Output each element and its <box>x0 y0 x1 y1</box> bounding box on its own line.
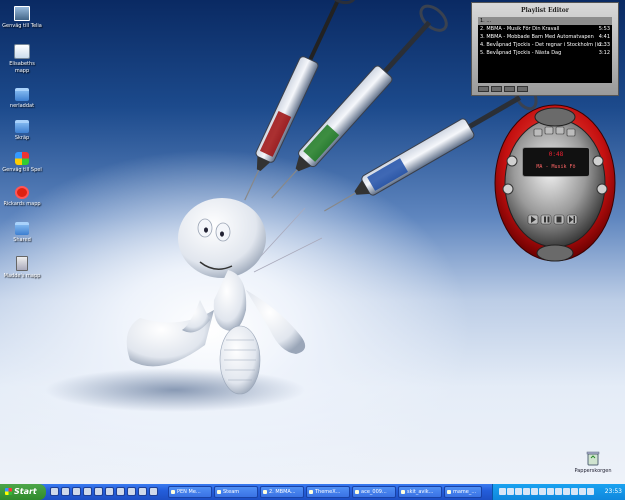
playlist-row[interactable]: 4. Bevåpnad Tjockis - Det regnar i Stock… <box>478 41 612 49</box>
folder-icon <box>15 120 29 133</box>
quicklaunch-icon[interactable] <box>127 487 136 496</box>
desktop-icon-spel[interactable]: Genväg till Spel <box>0 152 44 173</box>
desktop-icon-telia[interactable]: Genväg till Telia <box>0 6 44 29</box>
player-display: 0:48 MA - Musik Fö <box>522 147 590 177</box>
tray-icon[interactable] <box>499 488 506 495</box>
games-shortcut-icon <box>15 152 29 165</box>
folder-icon <box>15 222 29 235</box>
quicklaunch-icon[interactable] <box>149 487 158 496</box>
playlist-row-text: 1. ... <box>480 18 492 24</box>
quicklaunch-icon[interactable] <box>50 487 59 496</box>
tray-icon[interactable] <box>523 488 530 495</box>
tray-icon[interactable] <box>507 488 514 495</box>
taskbar: Start PEN Me... Steam 2. MBMA... ThemeX.… <box>0 484 625 500</box>
tray-icon[interactable] <box>531 488 538 495</box>
desktop-icon-madde[interactable]: Madde's mapp <box>0 256 44 279</box>
player-track-title: MA - Musik Fö <box>536 164 576 170</box>
media-player[interactable]: 0:48 MA - Musik Fö <box>494 103 616 263</box>
computer-shortcut-icon <box>14 6 30 21</box>
quicklaunch-icon[interactable] <box>83 487 92 496</box>
playlist-row-time: 2:33 <box>598 42 610 48</box>
playlist-add-button[interactable] <box>478 86 489 92</box>
playlist-misc-button[interactable] <box>517 86 528 92</box>
desktop-icon-label: Rickards mapp <box>3 201 41 207</box>
playlist-row[interactable]: 1. ... <box>478 17 612 25</box>
desktop-icon-label: Madde's mapp <box>3 273 41 279</box>
playlist-editor-window[interactable]: Playlist Editor 1. ... 2. MBMA - Musik F… <box>471 2 619 96</box>
playlist-select-button[interactable] <box>504 86 515 92</box>
desktop-icon-nerladdat[interactable]: nerladdat <box>0 88 44 109</box>
playlist-row[interactable]: 5. Bevåpnad Tjockis - Nästa Dag 3:12 <box>478 49 612 57</box>
taskbar-button[interactable]: Steam <box>214 486 258 498</box>
playlist-row-time: 5:53 <box>598 26 610 32</box>
desktop-icon-rickard[interactable]: Rickards mapp <box>0 186 44 207</box>
playlist-row[interactable]: 2. MBMA - Musik För Din Kravall 5:53 <box>478 25 612 33</box>
desktop-icon-label: Elisabeths mapp <box>9 61 35 74</box>
quicklaunch-icon[interactable] <box>61 487 70 496</box>
taskbar-button[interactable]: skit_avik... <box>398 486 442 498</box>
tray-icon[interactable] <box>587 488 594 495</box>
desktop-icon-label: Papperskorgen <box>574 468 612 474</box>
playlist-remove-button[interactable] <box>491 86 502 92</box>
windows-logo-icon <box>5 488 12 495</box>
tray-icon[interactable] <box>539 488 546 495</box>
quicklaunch-icon[interactable] <box>116 487 125 496</box>
taskbar-button[interactable]: ThemeX... <box>306 486 350 498</box>
quicklaunch-icon[interactable] <box>72 487 81 496</box>
tray-icon[interactable] <box>515 488 522 495</box>
desktop-icon-label: nerladdat <box>9 103 35 109</box>
quicklaunch-icon[interactable] <box>138 487 147 496</box>
desktop-icon-skrap[interactable]: Skräp <box>0 120 44 141</box>
desktop: Genväg till Telia Elisabeths mapp nerlad… <box>0 0 625 484</box>
quick-launch <box>50 487 160 498</box>
taskbar-clock[interactable]: 23:53 <box>605 484 622 500</box>
playlist-row[interactable]: 3. MBMA - Mobbade Barn Med Automatvapen … <box>478 33 612 41</box>
home-folder-icon <box>14 44 30 59</box>
taskbar-button[interactable]: ace_009... <box>352 486 396 498</box>
desktop-icon-label: Genväg till Telia <box>2 23 42 29</box>
start-button[interactable]: Start <box>0 484 46 500</box>
recycle-bin-icon <box>586 451 600 466</box>
playlist-buttons <box>478 86 530 93</box>
system-tray: 23:53 <box>492 484 625 500</box>
playlist-row-text: 4. Bevåpnad Tjockis - Det regnar i Stock… <box>480 42 606 48</box>
taskbar-button[interactable]: PEN Me... <box>168 486 212 498</box>
playlist-row-time: 3:12 <box>598 50 610 56</box>
taskbar-button[interactable]: mame_... <box>444 486 482 498</box>
taskbar-button[interactable]: 2. MBMA... <box>260 486 304 498</box>
playlist-row-text: 3. MBMA - Mobbade Barn Med Automatvapen <box>480 34 594 40</box>
player-skin <box>494 104 616 262</box>
tray-icon[interactable] <box>571 488 578 495</box>
player-time: 0:48 <box>548 151 564 158</box>
playlist-row-text: 5. Bevåpnad Tjockis - Nästa Dag <box>480 50 562 56</box>
desktop-icon-recycle-bin[interactable]: Papperskorgen <box>568 450 618 474</box>
playlist-row-text: 2. MBMA - Musik För Din Kravall <box>480 26 560 32</box>
folder-icon <box>15 88 29 101</box>
quicklaunch-icon[interactable] <box>94 487 103 496</box>
quicklaunch-icon[interactable] <box>105 487 114 496</box>
tray-icon[interactable] <box>563 488 570 495</box>
playlist-title[interactable]: Playlist Editor <box>480 6 610 15</box>
tray-icon[interactable] <box>547 488 554 495</box>
desktop-icon-label: Genväg till Spel <box>2 167 42 173</box>
desktop-icon-label: Shared <box>13 237 31 243</box>
no-entry-icon <box>15 186 29 199</box>
tray-icon[interactable] <box>579 488 586 495</box>
user-folder-icon <box>16 256 28 271</box>
start-label: Start <box>14 487 37 496</box>
playlist-row-time: 4:41 <box>598 34 610 40</box>
playlist-list: 1. ... 2. MBMA - Musik För Din Kravall 5… <box>478 17 612 83</box>
desktop-icon-label: Skräp <box>14 135 30 141</box>
desktop-icon-elisabeth[interactable]: Elisabeths mapp <box>0 44 44 74</box>
tray-icon[interactable] <box>555 488 562 495</box>
desktop-icon-shared[interactable]: Shared <box>0 222 44 243</box>
